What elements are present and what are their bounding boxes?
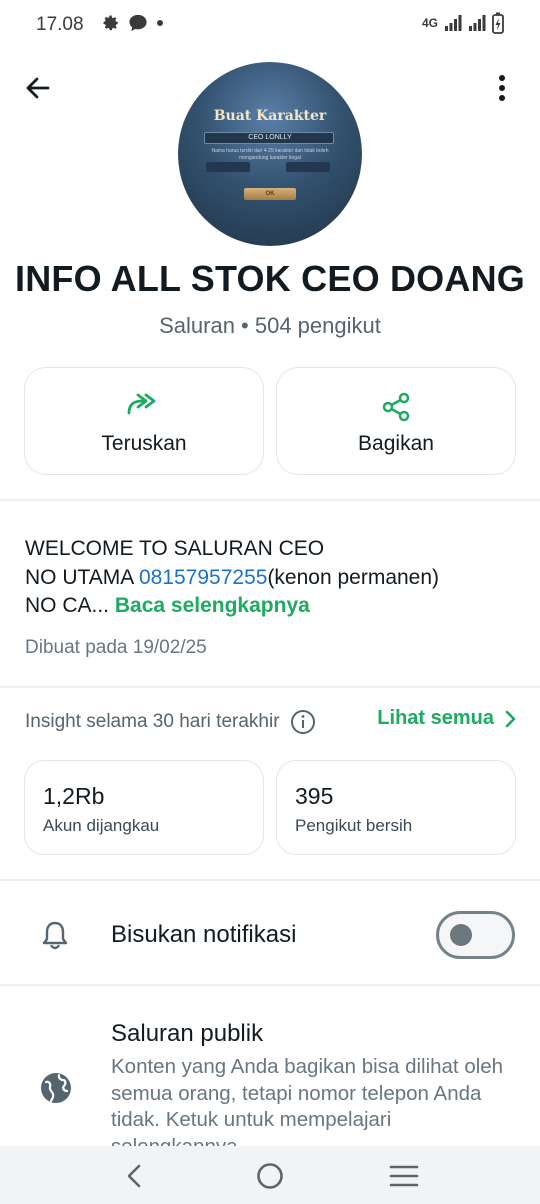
description-line-3: NO CA... Baca selengkapnya	[25, 592, 525, 621]
reached-value: 1,2Rb	[43, 783, 105, 809]
status-icons-left	[102, 14, 164, 32]
reached-label: Akun dijangkau	[43, 816, 160, 835]
globe-icon	[41, 1073, 71, 1103]
mute-label: Bisukan notifikasi	[111, 921, 297, 948]
network-label: 4G	[421, 16, 438, 30]
avatar-ok-text: OK	[244, 188, 296, 200]
insight-title-text: Insight selama 30 hari terakhir	[25, 711, 280, 732]
nav-home-icon	[257, 1163, 283, 1189]
channel-subtitle: Saluran • 504 pengikut	[159, 313, 381, 338]
forward-button[interactable]: Teruskan	[24, 367, 264, 475]
divider	[0, 499, 540, 501]
signal-icon	[445, 15, 462, 31]
more-vertical-icon	[499, 75, 505, 101]
share-button[interactable]: Bagikan	[276, 367, 516, 475]
see-all-button[interactable]: Lihat semua	[377, 707, 516, 730]
status-time: 17.08	[36, 14, 84, 35]
signal-icon-2	[469, 15, 486, 31]
bell-icon	[42, 921, 68, 950]
channel-name: INFO ALL STOK CEO DOANG	[15, 258, 525, 299]
gear-icon	[103, 15, 118, 31]
share-label: Bagikan	[358, 432, 434, 455]
nav-back-button[interactable]	[116, 1158, 152, 1194]
nav-menu-button[interactable]	[386, 1158, 422, 1194]
forward-label: Teruskan	[101, 432, 187, 455]
status-icons-right: 4G	[422, 12, 504, 34]
avatar-row-right	[286, 162, 330, 172]
avatar-corner-text: Ganti Ma	[323, 230, 344, 236]
stat-card-followers[interactable]: 395 Pengikut bersih	[276, 760, 516, 855]
chat-icon	[129, 14, 147, 32]
created-date: Dibuat pada 19/02/25	[25, 637, 207, 658]
phone-link[interactable]: 08157957255	[139, 566, 267, 589]
forward-icon	[127, 393, 156, 415]
nav-home-button[interactable]	[252, 1158, 288, 1194]
channel-description: WELCOME TO SALURAN CEO NO UTAMA 08157957…	[25, 535, 525, 621]
info-icon[interactable]	[290, 709, 316, 735]
status-bar: 17.08 4G	[0, 0, 540, 50]
avatar-title-text: Buat Karakter	[213, 108, 327, 124]
avatar-field-text: CEO LONLLY	[248, 134, 292, 141]
nav-menu-icon	[389, 1165, 419, 1187]
divider	[0, 879, 540, 881]
battery-charging-icon	[492, 12, 504, 34]
back-button[interactable]	[18, 68, 58, 108]
avatar-note-text: Nama harus terdiri dari 4-25 karakter da…	[211, 148, 329, 161]
description-line-2-suffix: (kenon permanen)	[267, 565, 440, 589]
followers-value: 395	[295, 783, 334, 809]
arrow-left-icon	[26, 77, 50, 99]
avatar-row-left	[206, 162, 250, 172]
followers-label: Pengikut bersih	[295, 816, 413, 835]
channel-avatar[interactable]: Buat Karakter CEO LONLLY Nama harus terd…	[178, 62, 362, 246]
share-icon	[382, 392, 410, 422]
system-nav-bar	[0, 1146, 540, 1204]
chevron-right-icon	[505, 710, 516, 727]
toggle-knob	[450, 924, 472, 946]
description-line-2: NO UTAMA 08157957255(kenon permanen)	[25, 564, 525, 593]
dot-icon	[157, 20, 163, 26]
read-more-link[interactable]: Baca selengkapnya	[115, 594, 310, 617]
divider	[0, 686, 540, 688]
mute-notifications-row[interactable]: Bisukan notifikasi	[0, 885, 540, 985]
public-channel-row[interactable]: Saluran publik Konten yang Anda bagikan …	[0, 1000, 540, 1150]
divider	[0, 984, 540, 986]
description-line-3-prefix: NO CA...	[25, 594, 115, 617]
stat-card-reached[interactable]: 1,2Rb Akun dijangkau	[24, 760, 264, 855]
mute-toggle[interactable]	[436, 911, 515, 959]
nav-back-icon	[127, 1164, 141, 1188]
public-channel-title: Saluran publik	[111, 1020, 264, 1047]
public-channel-description: Konten yang Anda bagikan bisa dilihat ol…	[111, 1055, 504, 1150]
see-all-label: Lihat semua	[377, 707, 494, 729]
description-line-1: WELCOME TO SALURAN CEO	[25, 537, 325, 560]
more-options-button[interactable]	[482, 68, 522, 108]
insight-title: Insight selama 30 hari terakhir	[25, 709, 316, 735]
description-line-2-prefix: NO UTAMA	[25, 565, 139, 589]
